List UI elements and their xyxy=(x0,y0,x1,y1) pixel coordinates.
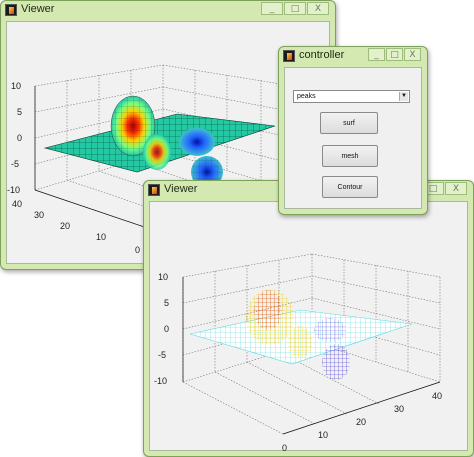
z-axis-ticks: 10 5 0 -5 -10 xyxy=(154,272,169,386)
window-title: Viewer xyxy=(164,183,198,195)
x-tick-label: 10 xyxy=(96,232,106,242)
x-axis-ticks: 40 30 20 10 0 xyxy=(12,199,140,255)
x-tick-label: 30 xyxy=(34,210,44,220)
z-axis-ticks: 10 5 0 -5 -10 xyxy=(7,81,22,195)
z-tick-label: -10 xyxy=(154,376,167,386)
z-tick-label: 0 xyxy=(17,133,22,143)
surface-peak-secondary xyxy=(143,134,171,170)
function-select[interactable]: peaks ▼ xyxy=(293,90,410,103)
minimize-button[interactable]: _ xyxy=(368,48,385,61)
mesh-dip-left xyxy=(314,318,346,342)
y-tick-label: 20 xyxy=(356,417,366,427)
matlab-icon xyxy=(148,184,160,196)
contour-button[interactable]: Contour xyxy=(322,176,378,198)
z-tick-label: -10 xyxy=(7,185,20,195)
mesh-button[interactable]: mesh xyxy=(322,145,378,167)
z-tick-label: 10 xyxy=(11,81,21,91)
z-tick-label: 5 xyxy=(164,298,169,308)
y-tick-label: 40 xyxy=(432,391,442,401)
z-tick-label: 5 xyxy=(17,107,22,117)
surf-button[interactable]: surf xyxy=(320,112,378,134)
matlab-icon xyxy=(5,4,17,16)
surface-dip-left xyxy=(179,128,215,156)
controller-panel: peaks ▼ surf mesh Contour xyxy=(284,67,422,209)
y-axis-ticks: 0 10 20 30 40 xyxy=(282,391,442,453)
z-tick-label: -5 xyxy=(11,159,19,169)
controller-window[interactable]: controller _ □ X peaks ▼ surf mesh Conto… xyxy=(278,46,428,215)
function-select-value: peaks xyxy=(297,93,316,100)
maximize-button[interactable]: □ xyxy=(284,2,306,15)
figure-canvas[interactable]: 10 5 0 -5 -10 0 10 20 30 40 xyxy=(149,201,468,453)
titlebar[interactable]: controller _ □ X xyxy=(279,47,427,67)
minimize-button[interactable]: _ xyxy=(261,2,283,15)
window-title: Viewer xyxy=(21,3,55,15)
mesh-plot: 10 5 0 -5 -10 0 10 20 30 40 xyxy=(154,253,442,453)
chevron-down-icon[interactable]: ▼ xyxy=(399,92,408,101)
titlebar[interactable]: Viewer _ □ X xyxy=(1,1,335,21)
x-tick-label: 20 xyxy=(60,221,70,231)
window-title: controller xyxy=(299,49,345,61)
x-tick-label: 40 xyxy=(12,199,22,209)
close-button[interactable]: X xyxy=(404,48,421,61)
z-tick-label: 10 xyxy=(158,272,168,282)
matlab-icon xyxy=(283,50,295,62)
viewer-window-front[interactable]: Viewer _ □ X xyxy=(143,180,474,457)
maximize-button[interactable]: □ xyxy=(386,48,403,61)
y-tick-label: 30 xyxy=(394,404,404,414)
z-tick-label: 0 xyxy=(164,324,169,334)
z-tick-label: -5 xyxy=(158,350,166,360)
mesh-peak-secondary xyxy=(288,326,312,358)
x-tick-label: 0 xyxy=(135,245,140,255)
mesh-peak-main xyxy=(254,290,282,330)
mesh-dip-bottom xyxy=(322,344,350,380)
close-button[interactable]: X xyxy=(307,2,329,15)
y-tick-label: 0 xyxy=(282,443,287,453)
y-tick-label: 10 xyxy=(318,430,328,440)
close-button[interactable]: X xyxy=(445,182,467,195)
